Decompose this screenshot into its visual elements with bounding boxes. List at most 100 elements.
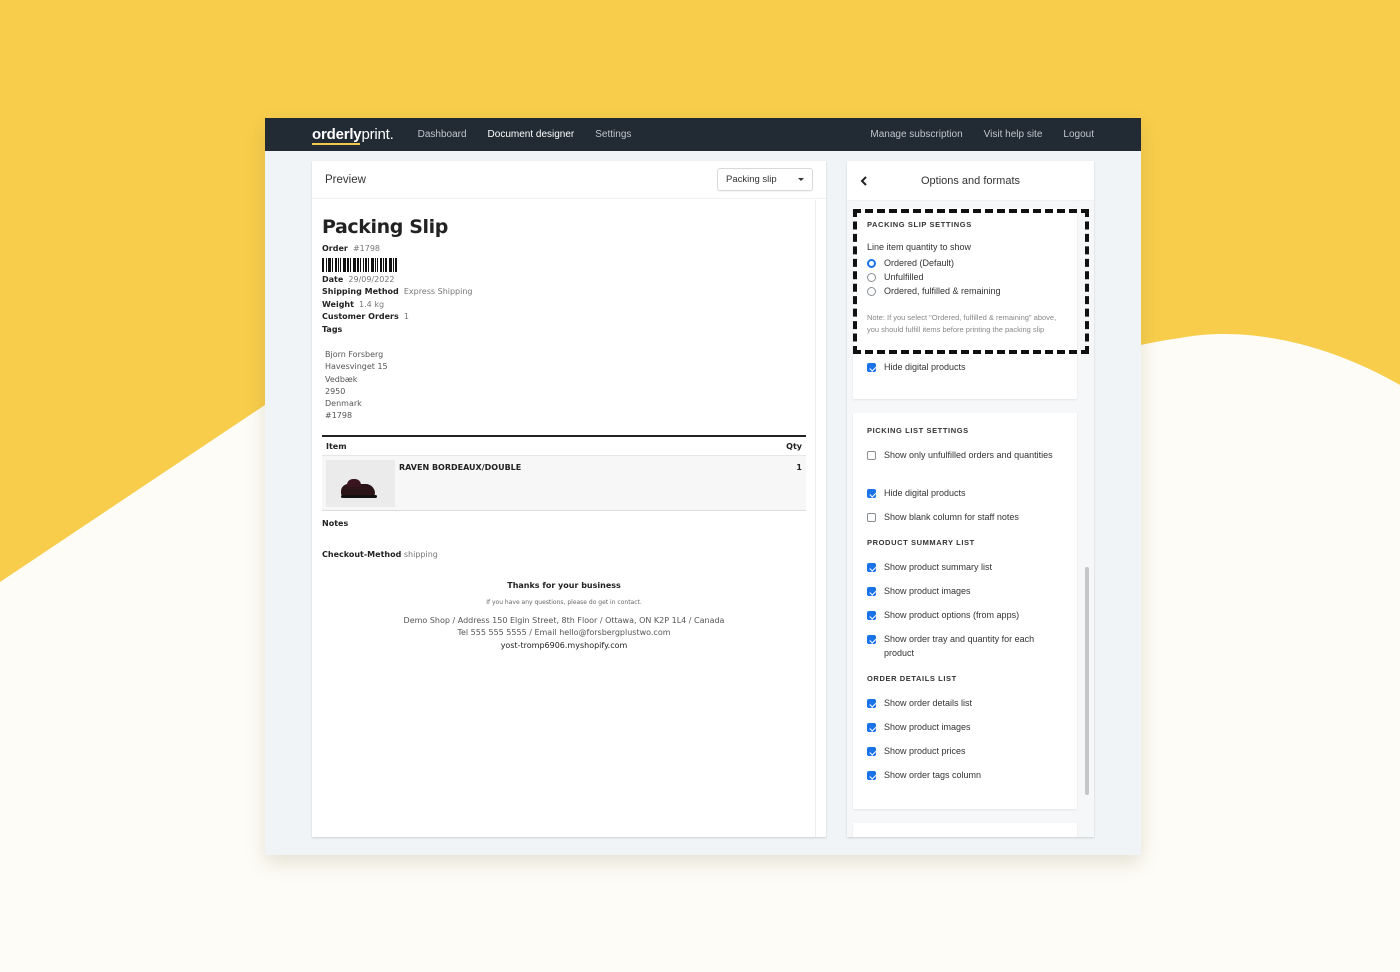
barcode — [322, 257, 806, 272]
options-panel: Options and formats PACKING SLIP SETTING… — [847, 161, 1094, 837]
checkbox-picking-hide-digital[interactable]: Hide digital products — [867, 488, 966, 500]
checkbox-product-prices[interactable]: Show product prices — [867, 746, 966, 758]
document-type-select[interactable]: Packing slip — [717, 168, 813, 191]
checkbox-summary-product-images[interactable]: Show product images — [867, 586, 971, 598]
checkbox[interactable] — [867, 563, 876, 572]
checkbox[interactable] — [867, 363, 876, 372]
checkbox-details-product-images[interactable]: Show product images — [867, 722, 971, 734]
nav-manage-subscription[interactable]: Manage subscription — [870, 129, 962, 140]
nav-dashboard[interactable]: Dashboard — [418, 129, 467, 140]
checkbox[interactable] — [867, 451, 876, 460]
checkbox-order-tray-quantity[interactable]: Show order tray and quantity for each pr… — [867, 634, 1063, 660]
radio-button[interactable] — [867, 259, 876, 268]
barcode-bar — [353, 257, 356, 272]
barcode-bar — [368, 257, 369, 272]
nav-settings[interactable]: Settings — [595, 129, 631, 140]
barcode-bar — [340, 257, 341, 272]
options-scrollbar[interactable] — [1085, 567, 1089, 795]
tags-label: Tags — [322, 324, 343, 334]
date-value: 29/09/2022 — [348, 274, 395, 284]
radio-button[interactable] — [867, 287, 876, 296]
checkbox[interactable] — [867, 723, 876, 732]
back-button[interactable] — [857, 174, 871, 188]
notes-label: Notes — [322, 518, 349, 528]
weight-label: Weight — [322, 299, 354, 309]
checkout-value: shipping — [403, 549, 438, 559]
barcode-bar — [326, 257, 327, 272]
chevron-left-icon — [860, 175, 867, 186]
radio-label: Unfulfilled — [884, 272, 924, 282]
nav-logout[interactable]: Logout — [1063, 129, 1094, 140]
checkbox-show-unfulfilled[interactable]: Show only unfulfilled orders and quantit… — [867, 450, 1057, 462]
top-navigation: orderlyprint. Dashboard Document designe… — [265, 118, 1141, 151]
checkout-method: Checkout-Method shipping — [322, 550, 806, 559]
footer-address: Demo Shop / Address 150 Elgin Street, 8t… — [403, 615, 725, 625]
quantity-label: Line item quantity to show — [867, 242, 972, 252]
barcode-bar — [365, 257, 367, 272]
checkbox[interactable] — [867, 513, 876, 522]
barcode-bar — [322, 257, 324, 272]
order-label: Order — [322, 244, 348, 253]
preview-header: Preview Packing slip — [312, 161, 826, 199]
checkbox-label: Show product images — [884, 722, 971, 732]
radio-button[interactable] — [867, 273, 876, 282]
preview-panel: Preview Packing slip Packing Slip Order … — [312, 161, 826, 837]
checkbox-label: Show order tray and quantity for each pr… — [884, 634, 1035, 658]
checkbox-blank-staff-notes[interactable]: Show blank column for staff notes — [867, 512, 1019, 524]
checkbox-hide-digital-products[interactable]: Hide digital products — [867, 362, 966, 374]
barcode-bar — [375, 257, 376, 272]
barcode-bar — [332, 257, 333, 272]
checkbox-show-product-summary[interactable]: Show product summary list — [867, 562, 992, 574]
checkbox[interactable] — [867, 635, 876, 644]
nav-document-designer[interactable]: Document designer — [488, 129, 575, 140]
footer-domain: yost-tromp6906.myshopify.com — [500, 640, 628, 650]
checkbox[interactable] — [867, 747, 876, 756]
address-line: 2950 — [325, 386, 346, 396]
checkout-label: Checkout-Method — [322, 549, 402, 559]
customer-orders: Customer Orders 1 — [322, 311, 806, 324]
checkbox[interactable] — [867, 611, 876, 620]
preview-divider — [815, 200, 816, 837]
order-number: Order #1798 — [322, 243, 806, 256]
nav-visit-help-site[interactable]: Visit help site — [984, 129, 1043, 140]
checkbox-label: Show product images — [884, 586, 971, 596]
barcode-bar — [328, 257, 331, 272]
weight-value: 1.4 kg — [359, 299, 385, 309]
checkbox[interactable] — [867, 771, 876, 780]
item-qty: 1 — [796, 462, 802, 472]
checkbox-label: Hide digital products — [884, 488, 966, 498]
barcode-bar — [363, 257, 364, 272]
orderly-print-logo[interactable]: orderlyprint. — [312, 126, 394, 143]
address-line: Bjorn Forsberg — [325, 350, 384, 359]
barcode-bar — [357, 257, 359, 272]
barcode-bar — [383, 257, 384, 272]
order-date: Date 29/09/2022 — [322, 274, 806, 287]
checkbox-product-options[interactable]: Show product options (from apps) — [867, 610, 1019, 622]
checkbox[interactable] — [867, 587, 876, 596]
table-row: RAVEN BORDEAUX/DOUBLE 1 — [322, 455, 806, 511]
table-header: Item Qty — [322, 437, 806, 456]
tags: Tags — [322, 324, 806, 337]
barcode-bar — [395, 257, 397, 272]
checkbox[interactable] — [867, 699, 876, 708]
barcode-bar — [335, 257, 337, 272]
picking-list-settings-card: PICKING LIST SETTINGS Show only unfulfil… — [853, 413, 1077, 809]
radio-ordered-default[interactable]: Ordered (Default) — [867, 258, 954, 270]
shipping-value: Express Shipping — [403, 287, 473, 296]
checkbox-label: Show order details list — [884, 698, 973, 708]
radio-unfulfilled[interactable]: Unfulfilled — [867, 272, 924, 284]
order-value: #1798 — [352, 244, 380, 253]
checkbox[interactable] — [867, 489, 876, 498]
radio-ordered-fulfilled-remaining[interactable]: Ordered, fulfilled & remaining — [867, 286, 1001, 298]
checkbox-show-order-details[interactable]: Show order details list — [867, 698, 972, 710]
barcode-bar — [343, 257, 346, 272]
checkbox-order-tags-column[interactable]: Show order tags column — [867, 770, 981, 782]
checkbox-label: Show order tags column — [884, 770, 982, 780]
shoe-icon — [341, 478, 377, 498]
checkbox-label: Show product options (from apps) — [884, 610, 1020, 620]
item-name: RAVEN BORDEAUX/DOUBLE — [399, 462, 522, 472]
footer-contact: Tel 555 555 5555 / Email hello@forsbergp… — [457, 628, 671, 638]
radio-label: Ordered, fulfilled & remaining — [884, 286, 1001, 296]
product-image — [326, 459, 395, 507]
product-summary-section-title: PRODUCT SUMMARY LIST — [867, 538, 975, 547]
